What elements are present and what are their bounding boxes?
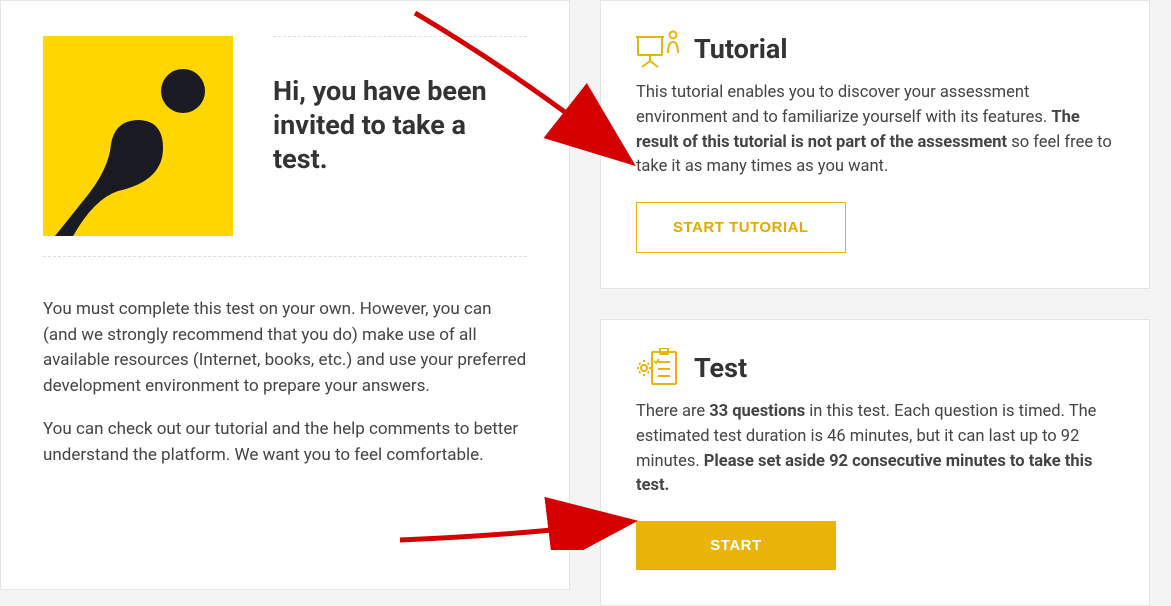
invite-paragraph-1: You must complete this test on your own.… — [43, 297, 527, 399]
test-card: Test There are 33 questions in this test… — [600, 319, 1150, 606]
start-test-button[interactable]: START — [636, 521, 836, 570]
checklist-gear-icon — [636, 348, 680, 388]
test-questions-count: 33 questions — [709, 402, 805, 421]
test-desc-pre: There are — [636, 402, 709, 421]
tutorial-title: Tutorial — [694, 33, 788, 65]
invite-heading: Hi, you have been invited to take a test… — [273, 75, 527, 176]
start-tutorial-button[interactable]: START TUTORIAL — [636, 202, 846, 253]
test-description: There are 33 questions in this test. Eac… — [636, 400, 1114, 499]
brand-logo — [43, 36, 233, 236]
test-reserve-bold: Please set aside 92 consecutive minutes … — [636, 452, 1092, 496]
presentation-icon — [636, 29, 680, 69]
test-title: Test — [694, 352, 747, 384]
tutorial-card: Tutorial This tutorial enables you to di… — [600, 0, 1150, 289]
blob-logo-icon — [43, 36, 233, 236]
tutorial-description: This tutorial enables you to discover yo… — [636, 81, 1114, 180]
invite-paragraph-2: You can check out our tutorial and the h… — [43, 417, 527, 468]
tutorial-desc-pre: This tutorial enables you to discover yo… — [636, 83, 1051, 127]
invitation-card: Hi, you have been invited to take a test… — [0, 0, 570, 590]
